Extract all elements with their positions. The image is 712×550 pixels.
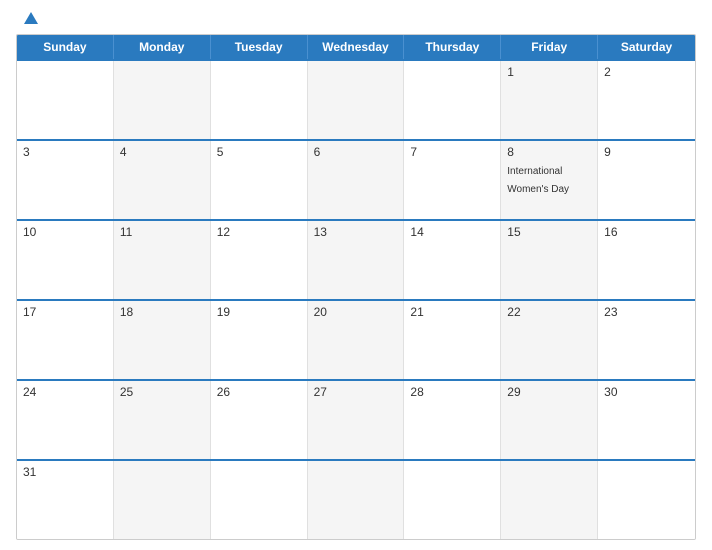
calendar-day-cell: 21 <box>404 301 501 379</box>
calendar-week: 10 11 12 13 14 15 16 <box>17 219 695 299</box>
calendar-day-cell: 16 <box>598 221 695 299</box>
calendar-day-cell: 5 <box>211 141 308 219</box>
weekday-header: Thursday <box>404 35 501 59</box>
calendar-day-cell: 11 <box>114 221 211 299</box>
calendar-day-cell: 19 <box>211 301 308 379</box>
calendar-day-cell <box>308 61 405 139</box>
day-number: 1 <box>507 65 591 79</box>
calendar-day-cell: 31 <box>17 461 114 539</box>
calendar-day-cell: 23 <box>598 301 695 379</box>
logo <box>20 10 40 28</box>
calendar-week: 31 <box>17 459 695 539</box>
day-number: 7 <box>410 145 494 159</box>
calendar-day-cell: 24 <box>17 381 114 459</box>
calendar-week: 24 25 26 27 28 29 30 <box>17 379 695 459</box>
calendar-day-cell: 4 <box>114 141 211 219</box>
day-number: 27 <box>314 385 398 399</box>
day-number: 3 <box>23 145 107 159</box>
day-number: 6 <box>314 145 398 159</box>
calendar-page: SundayMondayTuesdayWednesdayThursdayFrid… <box>0 0 712 550</box>
calendar-day-cell: 27 <box>308 381 405 459</box>
day-number: 12 <box>217 225 301 239</box>
calendar-day-cell: 1 <box>501 61 598 139</box>
calendar-day-cell: 3 <box>17 141 114 219</box>
day-number: 14 <box>410 225 494 239</box>
day-number: 25 <box>120 385 204 399</box>
calendar-header: SundayMondayTuesdayWednesdayThursdayFrid… <box>17 35 695 59</box>
calendar-day-cell: 12 <box>211 221 308 299</box>
calendar-day-cell <box>308 461 405 539</box>
day-number: 23 <box>604 305 689 319</box>
day-number: 21 <box>410 305 494 319</box>
weekday-header: Sunday <box>17 35 114 59</box>
calendar-day-cell: 25 <box>114 381 211 459</box>
calendar-day-cell <box>404 461 501 539</box>
calendar-day-cell <box>501 461 598 539</box>
calendar-week: 17 18 19 20 21 22 23 <box>17 299 695 379</box>
calendar: SundayMondayTuesdayWednesdayThursdayFrid… <box>16 34 696 540</box>
calendar-day-cell: 7 <box>404 141 501 219</box>
day-number: 13 <box>314 225 398 239</box>
day-number: 24 <box>23 385 107 399</box>
calendar-day-cell: 30 <box>598 381 695 459</box>
calendar-day-cell: 13 <box>308 221 405 299</box>
weekday-header: Friday <box>501 35 598 59</box>
day-number: 8 <box>507 145 591 159</box>
day-number: 28 <box>410 385 494 399</box>
day-number: 29 <box>507 385 591 399</box>
day-number: 5 <box>217 145 301 159</box>
day-event: International Women's Day <box>507 166 569 195</box>
calendar-day-cell: 2 <box>598 61 695 139</box>
calendar-day-cell <box>404 61 501 139</box>
day-number: 11 <box>120 225 204 239</box>
calendar-body: 12345678International Women's Day9101112… <box>17 59 695 539</box>
calendar-day-cell: 14 <box>404 221 501 299</box>
day-number: 18 <box>120 305 204 319</box>
calendar-day-cell: 15 <box>501 221 598 299</box>
calendar-day-cell: 20 <box>308 301 405 379</box>
calendar-day-cell <box>114 61 211 139</box>
day-number: 30 <box>604 385 689 399</box>
day-number: 10 <box>23 225 107 239</box>
calendar-day-cell: 18 <box>114 301 211 379</box>
day-number: 26 <box>217 385 301 399</box>
calendar-day-cell <box>211 461 308 539</box>
day-number: 20 <box>314 305 398 319</box>
day-number: 22 <box>507 305 591 319</box>
calendar-day-cell <box>598 461 695 539</box>
weekday-header: Monday <box>114 35 211 59</box>
day-number: 16 <box>604 225 689 239</box>
calendar-week: 345678 International Women's Day 9 <box>17 139 695 219</box>
calendar-day-cell <box>211 61 308 139</box>
weekday-header: Tuesday <box>211 35 308 59</box>
page-header <box>16 10 696 28</box>
weekday-header: Wednesday <box>308 35 405 59</box>
day-number: 19 <box>217 305 301 319</box>
calendar-day-cell: 22 <box>501 301 598 379</box>
calendar-day-cell: 17 <box>17 301 114 379</box>
calendar-day-cell: 6 <box>308 141 405 219</box>
calendar-day-cell: 8 International Women's Day <box>501 141 598 219</box>
calendar-day-cell: 28 <box>404 381 501 459</box>
calendar-day-cell: 10 <box>17 221 114 299</box>
calendar-day-cell: 9 <box>598 141 695 219</box>
calendar-day-cell <box>114 461 211 539</box>
calendar-day-cell <box>17 61 114 139</box>
day-number: 17 <box>23 305 107 319</box>
calendar-week: 12 <box>17 59 695 139</box>
calendar-day-cell: 26 <box>211 381 308 459</box>
logo-icon <box>22 10 40 28</box>
calendar-day-cell: 29 <box>501 381 598 459</box>
day-number: 31 <box>23 465 107 479</box>
day-number: 15 <box>507 225 591 239</box>
day-number: 4 <box>120 145 204 159</box>
day-number: 9 <box>604 145 689 159</box>
weekday-header: Saturday <box>598 35 695 59</box>
day-number: 2 <box>604 65 689 79</box>
